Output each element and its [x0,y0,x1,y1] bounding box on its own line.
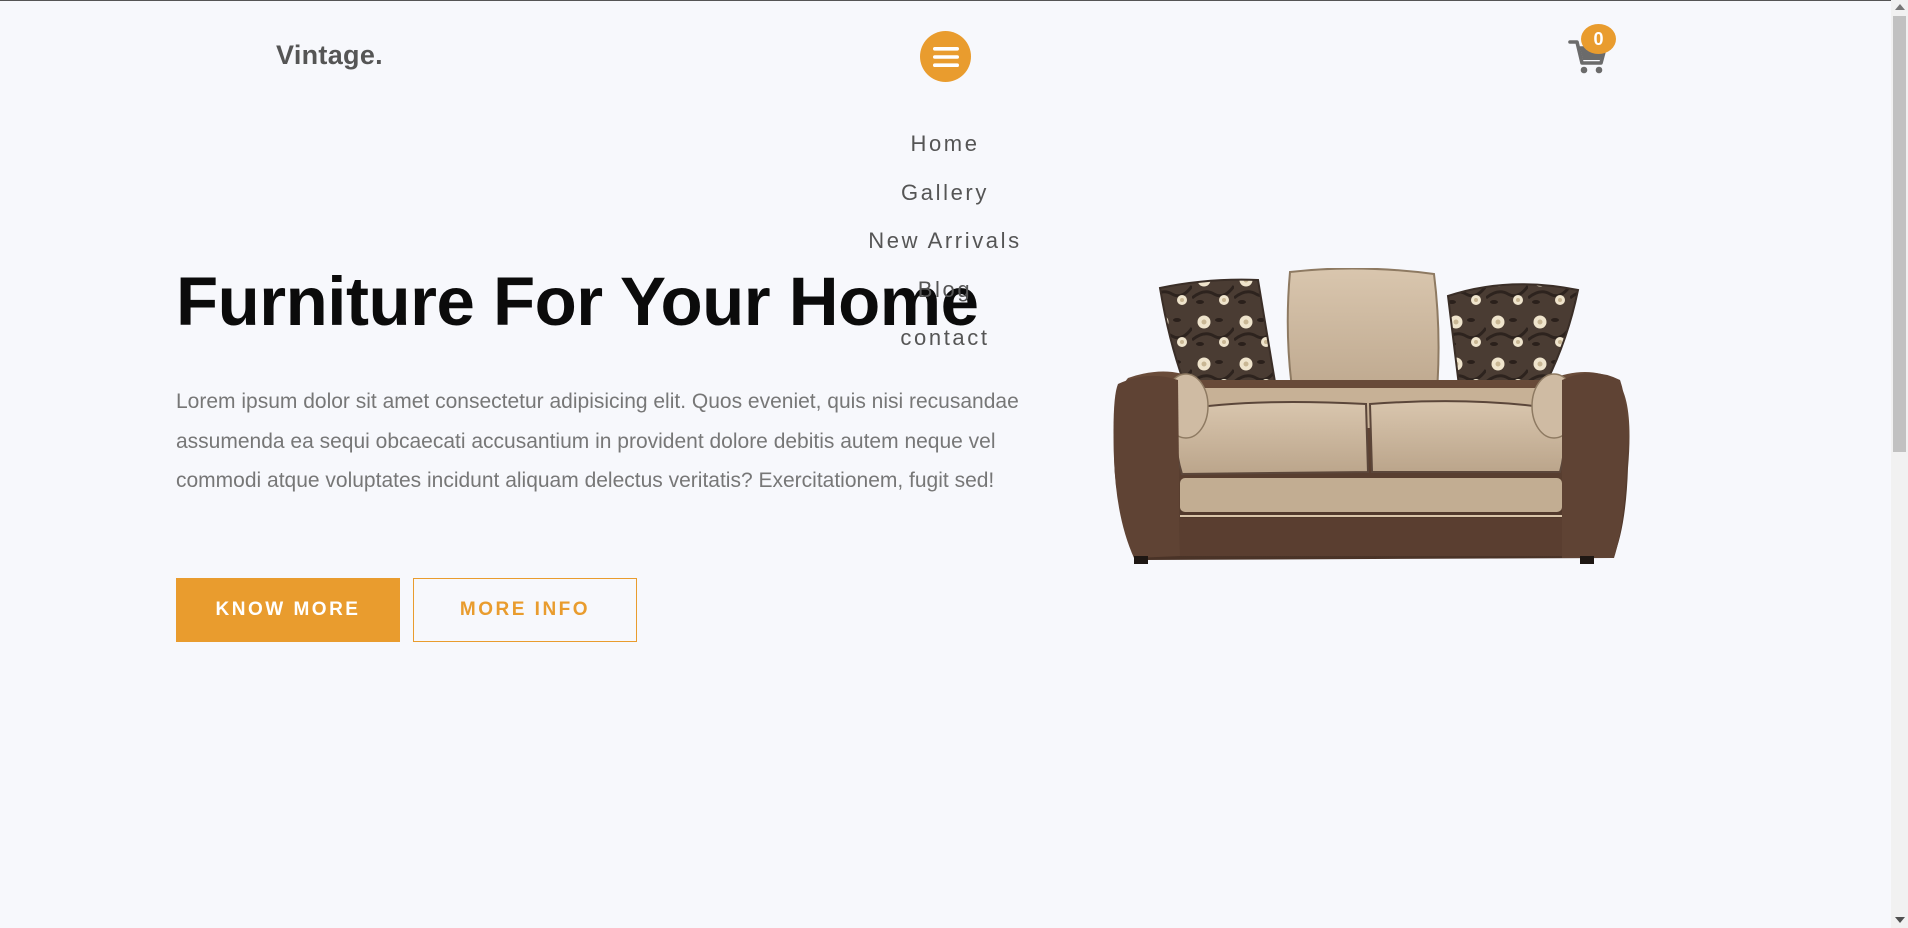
page: Vintage. 0 Home Gallery New Arrivals Blo… [0,0,1908,928]
sofa-image [1113,268,1630,564]
nav-item-new-arrivals[interactable]: New Arrivals [868,221,1021,270]
nav-menu: Home Gallery New Arrivals Blog contact [845,124,1045,367]
vertical-scrollbar[interactable] [1891,0,1908,928]
nav-item-contact[interactable]: contact [900,318,989,367]
hamburger-menu-icon [932,46,959,67]
nav-item-gallery[interactable]: Gallery [901,173,989,222]
scroll-up-arrow-icon[interactable] [1895,4,1905,10]
hero-description: Lorem ipsum dolor sit amet consectetur a… [176,390,1019,492]
nav-item-home[interactable]: Home [910,124,979,173]
nav-item-blog[interactable]: Blog [918,270,972,319]
top-border [0,0,1908,1]
cart-count-badge: 0 [1581,24,1616,54]
scrollbar-thumb[interactable] [1893,16,1906,452]
logo[interactable]: Vintage. [276,40,383,71]
scroll-down-arrow-icon[interactable] [1895,917,1905,923]
know-more-button[interactable]: KNOW MORE [176,578,400,642]
menu-toggle-button[interactable] [920,31,971,82]
more-info-button[interactable]: MORE INFO [413,578,637,642]
